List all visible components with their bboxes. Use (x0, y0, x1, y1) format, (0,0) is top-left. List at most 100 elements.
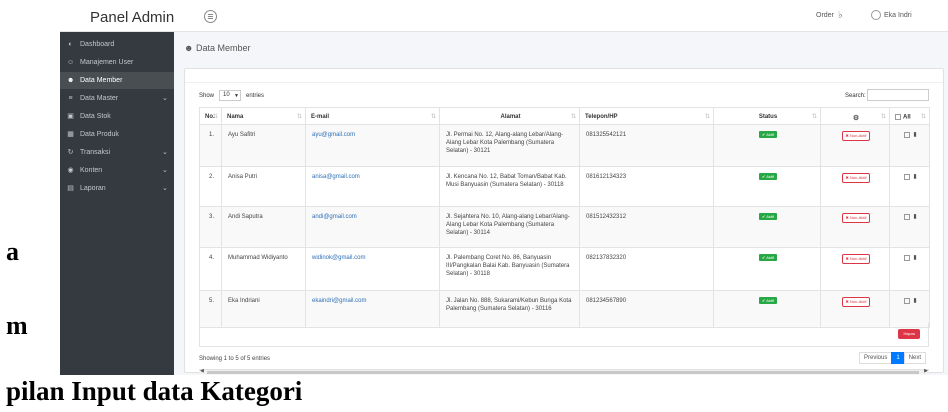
pagination: Previous 1 Next (859, 352, 927, 364)
scroll-left-icon[interactable]: ◀ (200, 368, 204, 374)
cell-email[interactable]: ekaindri@gmail.com (305, 290, 440, 328)
cell-nama: Anisa Putri (221, 166, 306, 207)
delete-selected-button[interactable]: Hapus (898, 329, 920, 339)
trash-icon[interactable]: ▮ (913, 297, 916, 305)
sort-icon: ⇅ (430, 114, 436, 120)
cell-telepon: 081234567890 (579, 290, 714, 328)
sidebar-item-konten[interactable]: ◉ Konten ⌄ (60, 162, 174, 179)
row-checkbox[interactable] (904, 255, 911, 261)
cell-alamat: Jl. Jalan No. 888, Sukarami/Kebun Bunga … (439, 290, 580, 328)
menu-toggle-icon[interactable] (204, 10, 217, 23)
trash-icon[interactable]: ▮ (913, 173, 916, 181)
row-checkbox[interactable] (904, 174, 911, 180)
trash-icon[interactable]: ▮ (913, 213, 916, 221)
table-row: 3. Andi Saputra andi@gmail.com Jl. Sejah… (199, 206, 930, 248)
data-member-card: Show 10 ▼ entries Search: No. ⇅ Nama ⇅ E-m… (184, 68, 944, 374)
table-info: Showing 1 to 5 of 5 entries (199, 356, 271, 362)
table-row: 4. Muhammad Widiyanto widinok@gmail.com … (199, 247, 930, 291)
report-icon: ▤ (67, 185, 74, 192)
page-1-button[interactable]: 1 (891, 352, 905, 364)
chevron-down-icon: ⌄ (162, 149, 168, 156)
sort-icon: ⇅ (811, 114, 817, 120)
horizontal-scrollbar[interactable]: ◀ ▶ (199, 368, 929, 374)
column-header-select-all[interactable]: All ⇅ (889, 107, 930, 125)
sidebar-item-transaksi[interactable]: ↻ Transaksi ⌄ (60, 144, 174, 161)
table-row: 1. Ayu Safitri ayu@gmail.com Jl. Permai … (199, 124, 930, 167)
cell-email[interactable]: anisa@gmail.com (305, 166, 440, 207)
non-aktif-button[interactable]: ✖ Non-Aktif (841, 254, 871, 264)
column-header-alamat[interactable]: Alamat ⇅ (439, 107, 580, 125)
admin-panel-screenshot: Panel Admin Order ♭ Eka Indri ◐ Dashboar… (60, 0, 948, 375)
status-badge: ✔ Aktif (758, 131, 778, 138)
status-badge: ✔ Aktif (758, 254, 778, 261)
cell-select: ▮ (889, 206, 930, 248)
cell-no: 3. (199, 206, 222, 248)
member-table: No. ⇅ Nama ⇅ E-mail ⇅ Alamat ⇅ Telepon/HP ⇅ S… (199, 107, 930, 328)
column-header-telepon[interactable]: Telepon/HP ⇅ (579, 107, 714, 125)
cell-status: ✔ Aktif (713, 166, 821, 207)
cell-no: 1. (199, 124, 222, 167)
column-header-nama[interactable]: Nama ⇅ (221, 107, 306, 125)
row-checkbox[interactable] (904, 298, 911, 304)
cell-email[interactable]: widinok@gmail.com (305, 247, 440, 291)
gear-icon: ⚙ (852, 115, 860, 122)
status-badge: ✔ Aktif (758, 173, 778, 180)
sidebar-item-data-member[interactable]: ☻ Data Member (60, 72, 174, 89)
sidebar-item-dashboard[interactable]: ◐ Dashboard (60, 36, 174, 53)
scroll-right-icon[interactable]: ▶ (924, 368, 928, 374)
cell-no: 5. (199, 290, 222, 328)
cell-email[interactable]: ayu@gmail.com (305, 124, 440, 167)
user-menu[interactable]: Eka Indri (884, 12, 912, 19)
sort-icon: ⇅ (212, 114, 218, 120)
cell-nama: Muhammad Widiyanto (221, 247, 306, 291)
next-page-button[interactable]: Next (903, 352, 927, 364)
table-row: 2. Anisa Putri anisa@gmail.com Jl. Kenca… (199, 166, 930, 207)
sidebar-item-data-stok[interactable]: ▣ Data Stok (60, 108, 174, 125)
sidebar-item-manajemen-user[interactable]: ☺ Manajemen User (60, 54, 174, 71)
cell-email[interactable]: andi@gmail.com (305, 206, 440, 248)
list-icon: ≡ (68, 95, 73, 102)
row-checkbox[interactable] (904, 132, 911, 138)
cell-select: ▮ (889, 124, 930, 167)
search-input[interactable] (867, 89, 929, 101)
box-icon: ▣ (67, 113, 74, 120)
table-row: 5. Eka Indriani ekaindri@gmail.com Jl. J… (199, 290, 930, 328)
column-header-no[interactable]: No. ⇅ (199, 107, 222, 125)
sort-icon: ⇅ (570, 114, 576, 120)
cell-status: ✔ Aktif (713, 290, 821, 328)
user-avatar[interactable] (871, 10, 881, 20)
non-aktif-button[interactable]: ✖ Non-Aktif (841, 213, 871, 223)
select-all-checkbox[interactable] (895, 114, 901, 120)
previous-page-button[interactable]: Previous (859, 352, 893, 364)
non-aktif-button[interactable]: ✖ Non-Aktif (841, 297, 871, 307)
cell-alamat: Jl. Palembang Coret No. 86, Banyuasin II… (439, 247, 580, 291)
users-icon: ☻ (184, 43, 194, 53)
table-header-row: No. ⇅ Nama ⇅ E-mail ⇅ Alamat ⇅ Telepon/HP ⇅ S… (199, 107, 930, 125)
dashboard-icon: ◐ (68, 41, 73, 48)
order-label[interactable]: Order (816, 12, 834, 19)
column-header-email[interactable]: E-mail ⇅ (305, 107, 440, 125)
sort-icon: ⇅ (296, 114, 302, 120)
cell-telepon: 081325542121 (579, 124, 714, 167)
row-checkbox[interactable] (904, 214, 911, 220)
column-header-status[interactable]: Status ⇅ (713, 107, 821, 125)
column-header-action[interactable]: ⚙ ⇅ (820, 107, 890, 125)
entries-label: entries (246, 93, 265, 99)
status-badge: ✔ Aktif (758, 297, 778, 304)
search-label: Search: (845, 93, 866, 99)
brand-title[interactable]: Panel Admin (90, 9, 174, 26)
scrollbar-thumb[interactable] (207, 371, 919, 374)
sidebar-item-laporan[interactable]: ▤ Laporan ⌄ (60, 180, 174, 197)
non-aktif-button[interactable]: ✖ Non-Aktif (841, 131, 871, 141)
trash-icon[interactable]: ▮ (913, 254, 916, 262)
status-badge: ✔ Aktif (758, 213, 778, 220)
cell-telepon: 081512432312 (579, 206, 714, 248)
cell-nama: Ayu Safitri (221, 124, 306, 167)
sidebar-item-data-produk[interactable]: ▦ Data Produk (60, 126, 174, 143)
sidebar-item-data-master[interactable]: ≡ Data Master ⌄ (60, 90, 174, 107)
trash-icon[interactable]: ▮ (913, 131, 916, 139)
bell-icon[interactable]: ♭ (838, 10, 843, 21)
cell-action: ✖ Non-Aktif (820, 206, 890, 248)
page-title: ☻ Data Member (184, 43, 251, 53)
non-aktif-button[interactable]: ✖ Non-Aktif (841, 173, 871, 183)
